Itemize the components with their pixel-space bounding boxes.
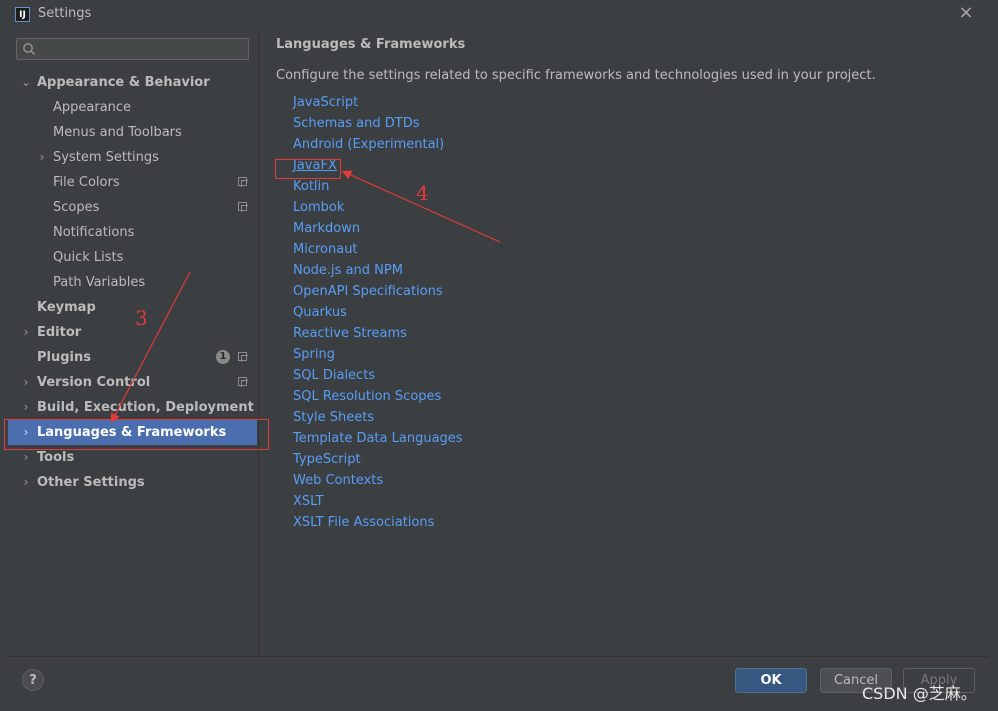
link-reactive-streams[interactable]: Reactive Streams — [293, 326, 407, 341]
sidebar-item-version-control[interactable]: › Version Control — [8, 370, 257, 395]
sidebar-item-keymap[interactable]: Keymap — [8, 295, 257, 320]
link-style-sheets[interactable]: Style Sheets — [293, 410, 374, 425]
sidebar-item-file-colors[interactable]: File Colors — [8, 170, 257, 195]
sidebar-item-tools[interactable]: › Tools — [8, 445, 257, 470]
project-scope-icon — [238, 202, 248, 212]
chevron-right-icon: › — [23, 400, 29, 414]
search-input[interactable] — [16, 38, 249, 60]
sidebar-item-quick-lists[interactable]: Quick Lists — [8, 245, 257, 270]
chevron-down-icon: ⌄ — [21, 75, 32, 89]
chevron-right-icon: › — [23, 450, 29, 464]
search-icon — [23, 43, 35, 55]
sidebar-item-menus-toolbars[interactable]: Menus and Toolbars — [8, 120, 257, 145]
dialog-footer: ? OK Cancel Apply — [8, 656, 988, 703]
link-markdown[interactable]: Markdown — [293, 221, 360, 236]
sidebar-item-system-settings[interactable]: › System Settings — [8, 145, 257, 170]
close-icon[interactable]: × — [958, 4, 974, 22]
link-template-data-languages[interactable]: Template Data Languages — [293, 431, 463, 446]
link-xslt-file-associations[interactable]: XSLT File Associations — [293, 515, 434, 530]
intellij-idea-icon: IJ — [15, 7, 30, 22]
link-micronaut[interactable]: Micronaut — [293, 242, 358, 257]
link-lombok[interactable]: Lombok — [293, 200, 344, 215]
project-scope-icon — [238, 352, 248, 362]
window-title: Settings — [38, 6, 92, 21]
link-javafx[interactable]: JavaFX — [293, 158, 337, 173]
settings-sidebar: ⌄ Appearance & Behavior Appearance Menus… — [8, 28, 257, 656]
link-web-contexts[interactable]: Web Contexts — [293, 473, 383, 488]
page-description: Configure the settings related to specif… — [276, 68, 876, 83]
link-typescript[interactable]: TypeScript — [293, 452, 361, 467]
csdn-watermark: CSDN @芝麻。 — [862, 684, 977, 703]
sidebar-item-plugins[interactable]: Plugins 1 — [8, 345, 257, 370]
sidebar-item-path-variables[interactable]: Path Variables — [8, 270, 257, 295]
settings-content-panel: Languages & Frameworks Configure the set… — [258, 28, 989, 656]
chevron-right-icon: › — [39, 150, 45, 164]
link-sql-dialects[interactable]: SQL Dialects — [293, 368, 375, 383]
help-button[interactable]: ? — [22, 669, 44, 691]
sidebar-item-appearance[interactable]: Appearance — [8, 95, 257, 120]
sidebar-item-build-execution-deployment[interactable]: › Build, Execution, Deployment — [8, 395, 257, 420]
link-android[interactable]: Android (Experimental) — [293, 137, 444, 152]
annotation-step-3: 3 — [135, 306, 148, 330]
ok-button[interactable]: OK — [735, 668, 807, 693]
sidebar-item-languages-frameworks[interactable]: › Languages & Frameworks — [8, 420, 257, 445]
title-bar: IJ Settings × — [0, 0, 998, 28]
project-scope-icon — [238, 177, 248, 187]
chevron-right-icon: › — [23, 475, 29, 489]
link-schemas-dtds[interactable]: Schemas and DTDs — [293, 116, 420, 131]
link-sql-resolution-scopes[interactable]: SQL Resolution Scopes — [293, 389, 441, 404]
sidebar-item-notifications[interactable]: Notifications — [8, 220, 257, 245]
link-xslt[interactable]: XSLT — [293, 494, 324, 509]
chevron-right-icon: › — [23, 375, 29, 389]
link-openapi[interactable]: OpenAPI Specifications — [293, 284, 443, 299]
sidebar-item-scopes[interactable]: Scopes — [8, 195, 257, 220]
sidebar-item-appearance-behavior[interactable]: ⌄ Appearance & Behavior — [8, 70, 257, 95]
link-kotlin[interactable]: Kotlin — [293, 179, 329, 194]
update-count-badge: 1 — [216, 350, 230, 364]
sidebar-item-editor[interactable]: › Editor — [8, 320, 257, 345]
link-quarkus[interactable]: Quarkus — [293, 305, 347, 320]
chevron-right-icon: › — [23, 425, 29, 439]
link-javascript[interactable]: JavaScript — [293, 95, 358, 110]
chevron-right-icon: › — [23, 325, 29, 339]
sidebar-item-other-settings[interactable]: › Other Settings — [8, 470, 257, 495]
annotation-step-4: 4 — [416, 181, 429, 205]
project-scope-icon — [238, 377, 248, 387]
link-nodejs-npm[interactable]: Node.js and NPM — [293, 263, 403, 278]
page-title: Languages & Frameworks — [276, 37, 466, 52]
link-spring[interactable]: Spring — [293, 347, 335, 362]
